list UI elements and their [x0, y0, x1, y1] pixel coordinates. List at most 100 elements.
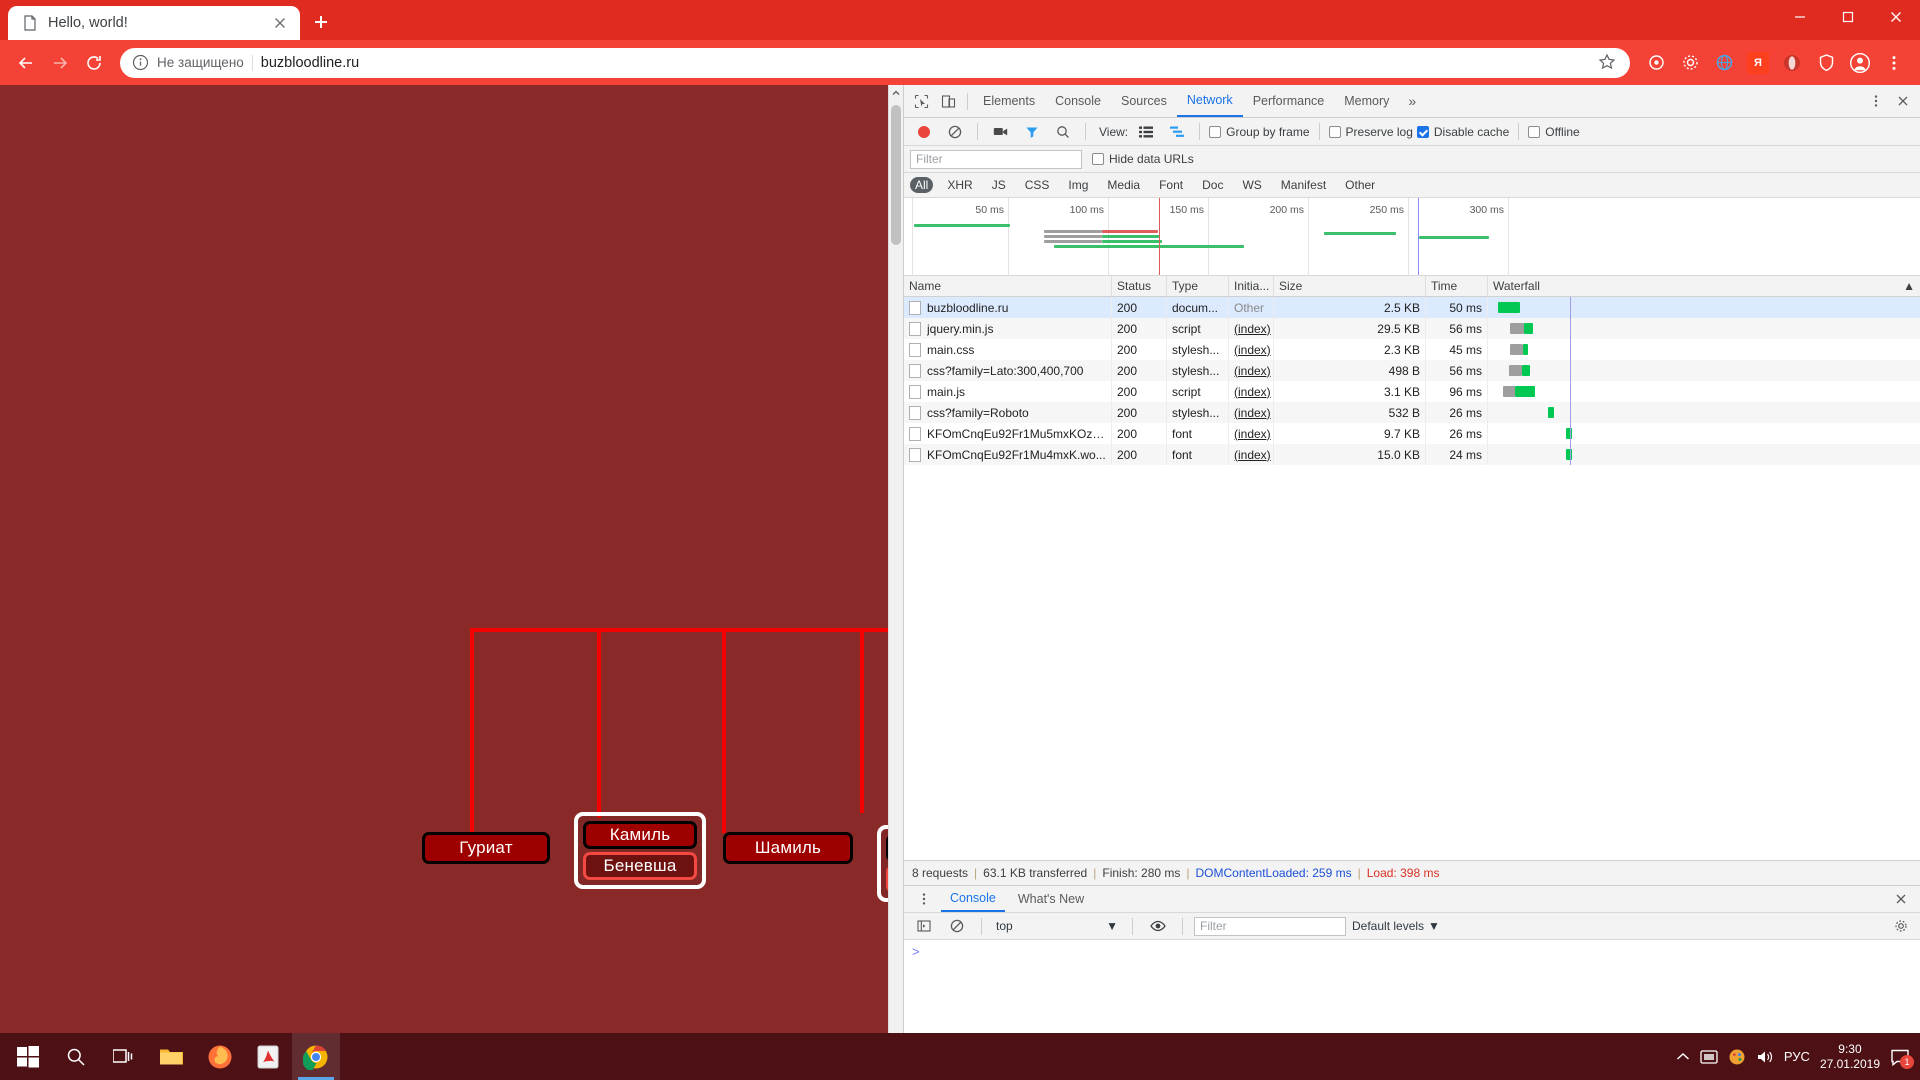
screen-snip-icon[interactable] [1700, 1049, 1718, 1065]
column-header-status[interactable]: Status [1112, 276, 1167, 296]
language-indicator[interactable]: РУС [1784, 1049, 1810, 1064]
new-tab-button[interactable] [306, 7, 336, 37]
three-dot-menu-icon[interactable] [1878, 47, 1910, 79]
forward-arrow-icon[interactable] [44, 47, 76, 79]
tree-couple-group[interactable]: Камиль Беневша [574, 812, 706, 889]
table-row[interactable]: KFOmCnqEu92Fr1Mu4mxK.wo... 200 font (ind… [904, 444, 1920, 465]
offline-checkbox[interactable]: Offline [1528, 125, 1580, 139]
maximize-button[interactable] [1824, 0, 1872, 34]
column-header-time[interactable]: Time [1426, 276, 1488, 296]
yandex-icon[interactable]: Я [1742, 47, 1774, 79]
minimize-button[interactable] [1776, 0, 1824, 34]
filter-input[interactable]: Filter [910, 149, 1082, 169]
preserve-log-checkbox[interactable]: Preserve log [1328, 125, 1413, 139]
puzzle-icon[interactable] [1640, 47, 1672, 79]
tree-node-primary[interactable]: Камиль [583, 821, 697, 849]
info-circle-icon[interactable] [132, 54, 149, 71]
type-filter-js[interactable]: JS [987, 177, 1011, 193]
type-filter-all[interactable]: All [910, 177, 934, 193]
checkbox-box[interactable] [1092, 153, 1104, 165]
console-filter-input[interactable]: Filter [1194, 916, 1346, 936]
volume-icon[interactable] [1756, 1049, 1774, 1065]
column-header-size[interactable]: Size [1274, 276, 1426, 296]
tab-memory[interactable]: Memory [1334, 85, 1399, 117]
request-initiator[interactable]: (index) [1234, 322, 1271, 336]
column-header-type[interactable]: Type [1167, 276, 1229, 296]
checkbox-box[interactable] [1328, 125, 1341, 138]
type-filter-img[interactable]: Img [1063, 177, 1093, 193]
cursor-select-icon[interactable] [908, 89, 935, 114]
record-dot-icon[interactable] [910, 119, 937, 144]
tab-performance[interactable]: Performance [1243, 85, 1335, 117]
notification-icon[interactable]: 1 [1890, 1048, 1914, 1069]
checkbox-box[interactable] [1416, 125, 1429, 138]
address-bar[interactable]: Не защищено buzbloodline.ru [120, 47, 1630, 78]
drawer-menu-icon[interactable] [910, 887, 937, 912]
drawer-tab-console[interactable]: Console [941, 886, 1005, 912]
device-toolbar-icon[interactable] [935, 89, 962, 114]
tab-sources[interactable]: Sources [1111, 85, 1177, 117]
task-view-icon[interactable] [100, 1033, 148, 1080]
table-row[interactable]: css?family=Lato:300,400,700 200 stylesh.… [904, 360, 1920, 381]
tree-node[interactable]: Гуриат [422, 832, 550, 864]
table-row[interactable]: css?family=Roboto 200 stylesh... (index)… [904, 402, 1920, 423]
table-row[interactable]: main.js 200 script (index) 3.1 KB 96 ms [904, 381, 1920, 402]
network-overview-timeline[interactable]: 50 ms 100 ms 150 ms 200 ms 250 ms 300 ms [904, 198, 1920, 276]
tab-network[interactable]: Network [1176, 85, 1243, 117]
windows-start-icon[interactable] [4, 1033, 52, 1080]
tab-close-icon[interactable] [270, 13, 290, 33]
table-row[interactable]: buzbloodline.ru 200 docum... Other 2.5 K… [904, 297, 1920, 318]
paint-icon[interactable] [1728, 1048, 1746, 1066]
request-initiator[interactable]: (index) [1234, 406, 1271, 420]
type-filter-ws[interactable]: WS [1237, 177, 1266, 193]
chrome-icon[interactable] [292, 1033, 340, 1080]
more-tabs-button[interactable]: » [1399, 93, 1425, 109]
taskbar-search-icon[interactable] [52, 1033, 100, 1080]
star-icon[interactable] [1598, 53, 1618, 73]
file-explorer-icon[interactable] [148, 1033, 196, 1080]
tab-elements[interactable]: Elements [973, 85, 1045, 117]
opera-icon[interactable] [1776, 47, 1808, 79]
funnel-icon[interactable] [1018, 119, 1045, 144]
search-icon[interactable] [1049, 119, 1076, 144]
console-settings-gear-icon[interactable] [1887, 914, 1914, 939]
column-header-waterfall[interactable]: Waterfall ▲ [1488, 276, 1920, 296]
eye-icon[interactable] [1144, 914, 1171, 939]
console-context-selector[interactable]: top ▼ [993, 917, 1121, 936]
tab-console[interactable]: Console [1045, 85, 1111, 117]
camera-icon[interactable] [987, 119, 1014, 144]
hide-data-urls-checkbox[interactable]: Hide data URLs [1092, 152, 1194, 166]
request-initiator[interactable]: (index) [1234, 364, 1271, 378]
shield-icon[interactable] [1810, 47, 1842, 79]
tree-node[interactable]: Шамиль [723, 832, 853, 864]
devtools-close-icon[interactable] [1889, 89, 1916, 114]
console-log-levels[interactable]: Default levels ▼ [1352, 919, 1440, 933]
gear-icon[interactable] [1674, 47, 1706, 79]
reload-icon[interactable] [78, 47, 110, 79]
adobe-reader-icon[interactable] [244, 1033, 292, 1080]
drawer-tab-whats-new[interactable]: What's New [1009, 886, 1093, 912]
type-filter-font[interactable]: Font [1154, 177, 1188, 193]
type-filter-other[interactable]: Other [1340, 177, 1380, 193]
type-filter-xhr[interactable]: XHR [942, 177, 977, 193]
request-initiator[interactable]: (index) [1234, 448, 1271, 462]
browser-tab[interactable]: Hello, world! [8, 6, 300, 40]
table-row[interactable]: jquery.min.js 200 script (index) 29.5 KB… [904, 318, 1920, 339]
checkbox-box[interactable] [1528, 125, 1541, 138]
clear-circle-icon[interactable] [941, 119, 968, 144]
avatar-icon[interactable] [1844, 47, 1876, 79]
chevron-up-icon[interactable] [1676, 1052, 1690, 1062]
checkbox-box[interactable] [1209, 125, 1222, 138]
request-initiator[interactable]: (index) [1234, 427, 1271, 441]
firefox-icon[interactable] [196, 1033, 244, 1080]
console-sidebar-icon[interactable] [910, 914, 937, 939]
devtools-settings-menu-icon[interactable] [1862, 89, 1889, 114]
type-filter-doc[interactable]: Doc [1197, 177, 1228, 193]
page-vertical-scrollbar[interactable] [888, 85, 903, 1065]
list-view-icon[interactable] [1132, 119, 1159, 144]
request-initiator[interactable]: (index) [1234, 343, 1271, 357]
taskbar-clock[interactable]: 9:30 27.01.2019 [1820, 1042, 1880, 1072]
tree-node-spouse[interactable]: Беневша [583, 852, 697, 880]
column-header-initiator[interactable]: Initia... [1229, 276, 1274, 296]
globe-icon[interactable] [1708, 47, 1740, 79]
